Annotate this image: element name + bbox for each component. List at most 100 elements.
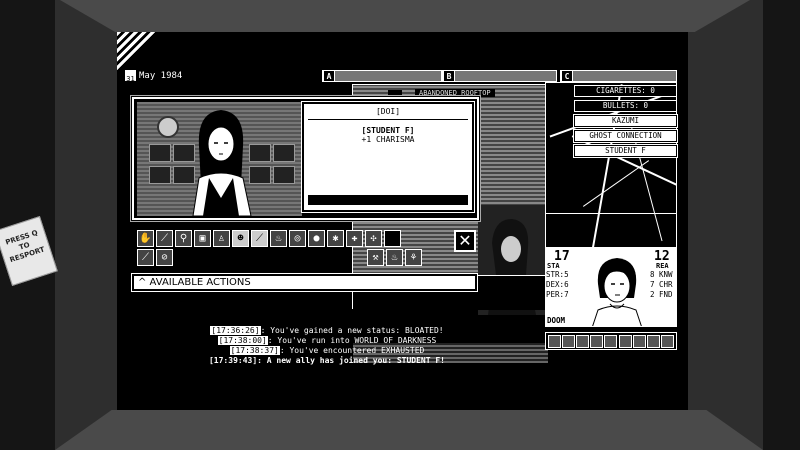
mask-icon[interactable]	[590, 334, 604, 348]
action-icons: ✋ ⟋ ⚲ ▣ ♙ ☻ ⟋ ♨ ◎ ● ✱ ✚ ✣ ⟋ ⊘ ⚒ ♨ ⚘	[137, 230, 477, 268]
sticky-note-text: PRESS Q TO RESPORT	[4, 228, 46, 265]
locker	[149, 144, 171, 162]
tab-b-letter: B	[443, 70, 455, 82]
plus-icon[interactable]: ✚	[346, 230, 363, 247]
tab-b[interactable]: B	[442, 70, 557, 82]
ally-kazumi[interactable]: KAZUMI	[573, 114, 678, 128]
person-icon[interactable]: ♙	[213, 230, 230, 247]
character-icon-strip	[545, 332, 677, 350]
knife-icon[interactable]: ⟋	[251, 230, 268, 247]
eye-icon[interactable]	[647, 334, 661, 348]
event-continue-bar[interactable]	[308, 195, 468, 205]
action-icon-row: ✋ ⟋ ⚲ ▣ ♙ ☻ ⟋ ♨ ◎ ● ✱ ✚ ✣	[137, 230, 477, 247]
stat-str: STR:5	[546, 270, 569, 279]
ally-student-f[interactable]: STUDENT F	[573, 144, 678, 158]
inventory-status-list: CIGARETTES: 0 BULLETS: 0 KAZUMI GHOST CO…	[573, 85, 678, 160]
event-status-title: [STUDENT F]	[361, 126, 415, 135]
tab-a[interactable]: A	[322, 70, 442, 82]
log-entry: [17:36:26]: You've gained a new status: …	[117, 326, 537, 336]
log-text: : You've encountered EXHAUSTED	[279, 346, 425, 355]
door-icon[interactable]	[604, 334, 618, 348]
bezel-top	[60, 0, 750, 32]
log-entry: [17:38:00]: You've run into WORLD OF DAR…	[117, 336, 537, 346]
hand-icon[interactable]: ✋	[137, 230, 154, 247]
student-portrait	[192, 110, 252, 216]
bullets-counter: BULLETS: 0	[574, 100, 677, 112]
log-entry: [17:38:37]: You've encountered EXHAUSTED	[117, 346, 537, 356]
available-actions-bar[interactable]: ^ AVAILABLE ACTIONS	[131, 273, 478, 292]
status-ghost-connection[interactable]: GHOST CONNECTION	[573, 129, 678, 143]
map-road	[546, 213, 676, 214]
fire-icon[interactable]: ♨	[270, 230, 287, 247]
syringe-icon[interactable]: ⟋	[137, 249, 154, 266]
stat-fnd-label: FND	[659, 290, 673, 299]
date-display: 31 May 1984	[125, 70, 183, 83]
box-icon[interactable]: ▣	[194, 230, 211, 247]
cancel-icon[interactable]: ⊘	[156, 249, 173, 266]
stat-str-value: 5	[564, 270, 569, 279]
bezel-bottom	[55, 410, 763, 450]
magnify-icon[interactable]: ⚲	[175, 230, 192, 247]
stat-dex-label: DEX	[546, 280, 560, 289]
stat-chr-label: CHR	[659, 280, 673, 289]
bezel-right	[688, 0, 763, 450]
event-window: [DOI] [STUDENT F] +1 CHARISMA	[132, 97, 479, 220]
map-road	[582, 160, 650, 207]
stat-knw-value: 8	[650, 270, 655, 279]
log-text: : You've run into WORLD OF DARKNESS	[267, 336, 437, 345]
action-icon-row: ⟋ ⊘ ⚒ ♨ ⚘	[137, 249, 477, 266]
event-message-box: [DOI] [STUDENT F] +1 CHARISMA	[301, 101, 475, 213]
log-timestamp: [17:38:00]	[217, 336, 268, 345]
locker	[273, 166, 295, 184]
location-title: ABANDONED ROOFTOP	[415, 89, 495, 97]
stat-knw: 8 KNW	[650, 270, 673, 280]
event-log: [17:36:26]: You've gained a new status: …	[117, 326, 537, 366]
doom-label: DOOM	[547, 316, 566, 325]
bezel-left	[55, 0, 117, 450]
reason-label: REA	[656, 262, 669, 270]
stat-fnd: 2 FND	[650, 290, 673, 300]
gear-icon[interactable]	[661, 334, 675, 348]
locker	[149, 166, 171, 184]
stat-per: PER:7	[546, 290, 569, 299]
log-timestamp: [17:39:43]	[208, 356, 258, 365]
calendar-icon: 31	[125, 70, 136, 83]
tab-c-letter: C	[561, 70, 573, 82]
event-header: [DOI]	[308, 104, 468, 120]
stat-dex: DEX:6	[546, 280, 569, 289]
log-text: : A new ally has joined you: STUDENT F!	[257, 356, 445, 365]
cross-icon[interactable]: ✣	[365, 230, 382, 247]
blank-slot-icon[interactable]	[384, 230, 401, 247]
location-marker	[388, 90, 402, 95]
spiral-icon[interactable]	[561, 334, 575, 348]
stat-str-label: STR	[546, 270, 560, 279]
stat-fnd-value: 2	[650, 290, 655, 299]
log-timestamp: [17:36:26]	[210, 326, 261, 335]
cigarettes-counter: CIGARETTES: 0	[574, 85, 677, 97]
corner-stripe	[117, 32, 157, 72]
flame-icon[interactable]: ♨	[386, 249, 403, 266]
feather-icon[interactable]: ⚘	[405, 249, 422, 266]
action-row-gap	[175, 249, 365, 266]
book-icon[interactable]	[618, 334, 632, 348]
stat-dex-value: 6	[564, 280, 569, 289]
stat-per-label: PER	[546, 290, 560, 299]
event-illustration	[137, 102, 302, 216]
egg-icon[interactable]: ●	[308, 230, 325, 247]
close-event-button[interactable]: ✕	[454, 230, 476, 252]
stat-knw-label: KNW	[659, 270, 673, 279]
spiral-icon[interactable]: ◎	[289, 230, 306, 247]
outer-frame-right	[763, 0, 800, 450]
tab-c[interactable]: C	[560, 70, 677, 82]
skull-icon[interactable]	[632, 334, 646, 348]
tool-icon[interactable]: ⚒	[367, 249, 384, 266]
wand-icon[interactable]: ⟋	[156, 230, 173, 247]
face-icon[interactable]: ☻	[232, 230, 249, 247]
locker	[273, 144, 295, 162]
star-icon[interactable]: ✱	[327, 230, 344, 247]
stat-per-value: 7	[564, 290, 569, 299]
map-icon[interactable]	[576, 334, 590, 348]
date-label: May 1984	[139, 70, 183, 81]
log-text: : You've gained a new status: BLOATED!	[260, 326, 444, 335]
bag-icon[interactable]	[547, 334, 561, 348]
